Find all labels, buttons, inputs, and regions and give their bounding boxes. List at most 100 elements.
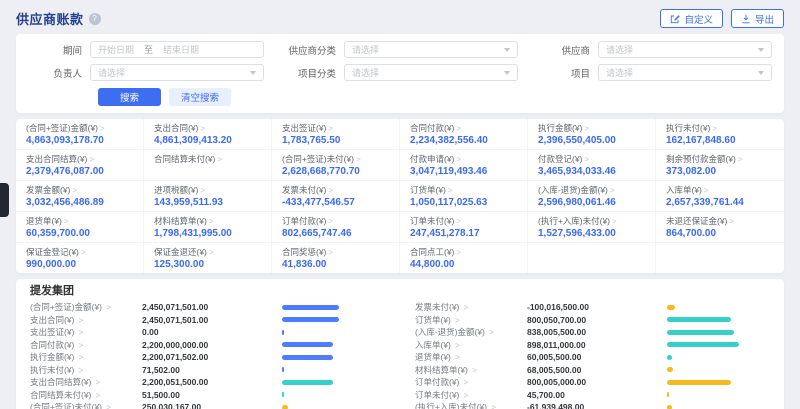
metric-cell[interactable]: 入库单(¥)>2,657,339,761.44 xyxy=(656,181,784,212)
group-row-label[interactable]: 订单未付(¥) > xyxy=(415,389,527,401)
project-category-select[interactable]: 请选择 xyxy=(344,64,518,81)
metric-value[interactable]: 990,000.00 xyxy=(26,259,133,270)
metric-cell[interactable]: 执行未付(¥)>162,167,848.60 xyxy=(656,119,784,150)
metric-value[interactable]: 60,359,700.00 xyxy=(26,228,133,239)
metric-value[interactable]: 2,379,476,087.00 xyxy=(26,166,133,177)
group-row-label[interactable]: 合同结算未付(¥) > xyxy=(30,389,142,401)
metric-value[interactable]: 2,628,668,770.70 xyxy=(282,166,389,177)
group-row-label[interactable]: 材料结算单(¥) > xyxy=(415,364,527,376)
owner-select[interactable]: 请选择 xyxy=(90,64,264,81)
group-row-label[interactable]: 发票未付(¥) > xyxy=(415,301,527,313)
group-row-label[interactable]: 执行金额(¥) > xyxy=(30,351,142,363)
search-button[interactable]: 搜索 xyxy=(98,88,161,106)
clear-search-button[interactable]: 清空搜索 xyxy=(169,88,231,106)
metric-label: 保证金退还(¥)> xyxy=(154,246,261,258)
metric-cell[interactable]: (入库-退货)金额(¥)>2,596,980,061.46 xyxy=(528,181,656,212)
group-row-label[interactable]: (执行+入库)未付(¥) > xyxy=(415,401,527,409)
group-row: (合同+签证)金额(¥) >2,450,071,501.00 xyxy=(30,301,385,314)
metric-value[interactable]: 2,657,339,761.44 xyxy=(666,197,774,208)
help-icon[interactable]: ? xyxy=(89,13,101,25)
bar-track xyxy=(667,355,739,360)
chevron-down-icon xyxy=(758,48,764,52)
metric-value[interactable]: 125,300.00 xyxy=(154,259,261,270)
metric-value[interactable]: 2,234,382,556.40 xyxy=(410,135,517,146)
metric-cell[interactable]: 保证金登记(¥)>990,000.00 xyxy=(16,243,144,273)
group-row-label[interactable]: 退货单(¥) > xyxy=(415,351,527,363)
metric-value[interactable]: 4,863,093,178.70 xyxy=(26,135,133,146)
metric-cell[interactable]: 订货单(¥)>1,050,117,025.63 xyxy=(400,181,528,212)
metric-cell[interactable]: 发票金额(¥)>3,032,456,486.89 xyxy=(16,181,144,212)
metric-label: 未退还保证金(¥)> xyxy=(666,215,774,227)
metric-value[interactable]: 3,032,456,486.89 xyxy=(26,197,133,208)
metric-cell[interactable]: 支出合同结算(¥)>2,379,476,087.00 xyxy=(16,150,144,181)
metric-cell[interactable]: 合同付款(¥)>2,234,382,556.40 xyxy=(400,119,528,150)
group-row-label[interactable]: 支出签证(¥) > xyxy=(30,326,142,338)
metric-label: 执行未付(¥)> xyxy=(666,122,774,134)
group-row-label[interactable]: 入库单(¥) > xyxy=(415,339,527,351)
group-row-value: 800,050,700.00 xyxy=(527,315,667,325)
metric-cell[interactable]: 合同点工(¥)>44,800.00 xyxy=(400,243,528,273)
metric-value[interactable]: 44,800.00 xyxy=(410,259,517,270)
metric-value[interactable]: 2,596,980,061.46 xyxy=(538,197,645,208)
group-row: 支出合同结算(¥) >2,200,051,500.00 xyxy=(30,376,385,389)
supplier-category-select[interactable]: 请选择 xyxy=(344,41,518,58)
group-row-label[interactable]: 订单付款(¥) > xyxy=(415,376,527,388)
group-row-label[interactable]: 订货单(¥) > xyxy=(415,314,527,326)
drawer-handle[interactable] xyxy=(0,183,9,217)
metric-cell[interactable]: 进项税额(¥)>143,959,511.93 xyxy=(144,181,272,212)
metric-value[interactable]: 41,836.00 xyxy=(282,259,389,270)
metric-value[interactable]: 162,167,848.60 xyxy=(666,135,774,146)
metric-cell[interactable]: 付款登记(¥)>3,465,934,033.46 xyxy=(528,150,656,181)
metric-cell[interactable]: 合同奖惩(¥)>41,836.00 xyxy=(272,243,400,273)
group-row-label[interactable]: 执行未付(¥) > xyxy=(30,364,142,376)
metric-value[interactable]: 3,465,934,033.46 xyxy=(538,166,645,177)
metric-value[interactable]: 1,798,431,995.00 xyxy=(154,228,261,239)
select-placeholder: 请选择 xyxy=(606,43,633,56)
metric-value[interactable]: 143,959,511.93 xyxy=(154,197,261,208)
metric-cell[interactable]: 材料结算单(¥)>1,798,431,995.00 xyxy=(144,212,272,243)
bar-track xyxy=(667,367,739,372)
group-row-label[interactable]: (合同+签证)未付(¥) > xyxy=(30,401,142,409)
metric-cell[interactable]: 保证金退还(¥)>125,300.00 xyxy=(144,243,272,273)
group-row-label[interactable]: 支出合同结算(¥) > xyxy=(30,376,142,388)
group-row-label[interactable]: 支出合同(¥) > xyxy=(30,314,142,326)
metric-cell[interactable]: 付款申请(¥)>3,047,119,493.46 xyxy=(400,150,528,181)
select-placeholder: 请选择 xyxy=(352,66,379,79)
metric-value[interactable]: 802,665,747.46 xyxy=(282,228,389,239)
chevron-right-icon: > xyxy=(217,155,222,164)
metric-cell[interactable]: 退货单(¥)>60,359,700.00 xyxy=(16,212,144,243)
metric-value[interactable]: 2,396,550,405.00 xyxy=(538,135,645,146)
metric-cell[interactable]: 未退还保证金(¥)>864,700.00 xyxy=(656,212,784,243)
export-button[interactable]: 导出 xyxy=(731,9,784,28)
group-row-label[interactable]: 合同付款(¥) > xyxy=(30,339,142,351)
customize-button[interactable]: 自定义 xyxy=(660,9,723,28)
metric-cell[interactable]: 执行金额(¥)>2,396,550,405.00 xyxy=(528,119,656,150)
metric-value[interactable]: 1,050,117,025.63 xyxy=(410,197,517,208)
metric-value[interactable]: 1,527,596,433.00 xyxy=(538,228,645,239)
group-row-label[interactable]: (合同+签证)金额(¥) > xyxy=(30,301,142,313)
supplier-select[interactable]: 请选择 xyxy=(598,41,772,58)
metric-value[interactable]: 864,700.00 xyxy=(666,228,774,239)
metric-value[interactable]: 3,047,119,493.46 xyxy=(410,166,517,177)
header-actions: 自定义 导出 xyxy=(660,9,784,28)
metric-cell[interactable]: 订单付款(¥)>802,665,747.46 xyxy=(272,212,400,243)
metric-cell[interactable]: 支出签证(¥)>1,783,765.50 xyxy=(272,119,400,150)
metric-value[interactable]: 373,082.00 xyxy=(666,166,774,177)
metric-value[interactable]: 1,783,765.50 xyxy=(282,135,389,146)
metric-value[interactable]: -433,477,546.57 xyxy=(282,197,389,208)
metric-value[interactable]: 247,451,278.17 xyxy=(410,228,517,239)
metric-cell[interactable]: 剩余预付款金额(¥)>373,082.00 xyxy=(656,150,784,181)
metric-cell[interactable]: 支出合同(¥)>4,861,309,413.20 xyxy=(144,119,272,150)
bar-track xyxy=(667,342,739,347)
metric-cell[interactable]: 订单未付(¥)>247,451,278.17 xyxy=(400,212,528,243)
metric-cell[interactable]: 发票未付(¥)>-433,477,546.57 xyxy=(272,181,400,212)
metric-cell[interactable]: (执行+入库)未付(¥)>1,527,596,433.00 xyxy=(528,212,656,243)
value-bar xyxy=(282,342,333,347)
group-row-label[interactable]: (入库-退货)金额(¥) > xyxy=(415,326,527,338)
metric-cell[interactable]: (合同+签证)未付(¥)>2,628,668,770.70 xyxy=(272,150,400,181)
metric-cell: 合同结算未付(¥)> xyxy=(144,150,272,181)
metric-cell[interactable]: (合同+签证)金额(¥)>4,863,093,178.70 xyxy=(16,119,144,150)
date-range-input[interactable]: 开始日期至结束日期 xyxy=(90,41,264,58)
metric-value[interactable]: 4,861,309,413.20 xyxy=(154,135,261,146)
project-select[interactable]: 请选择 xyxy=(598,64,772,81)
